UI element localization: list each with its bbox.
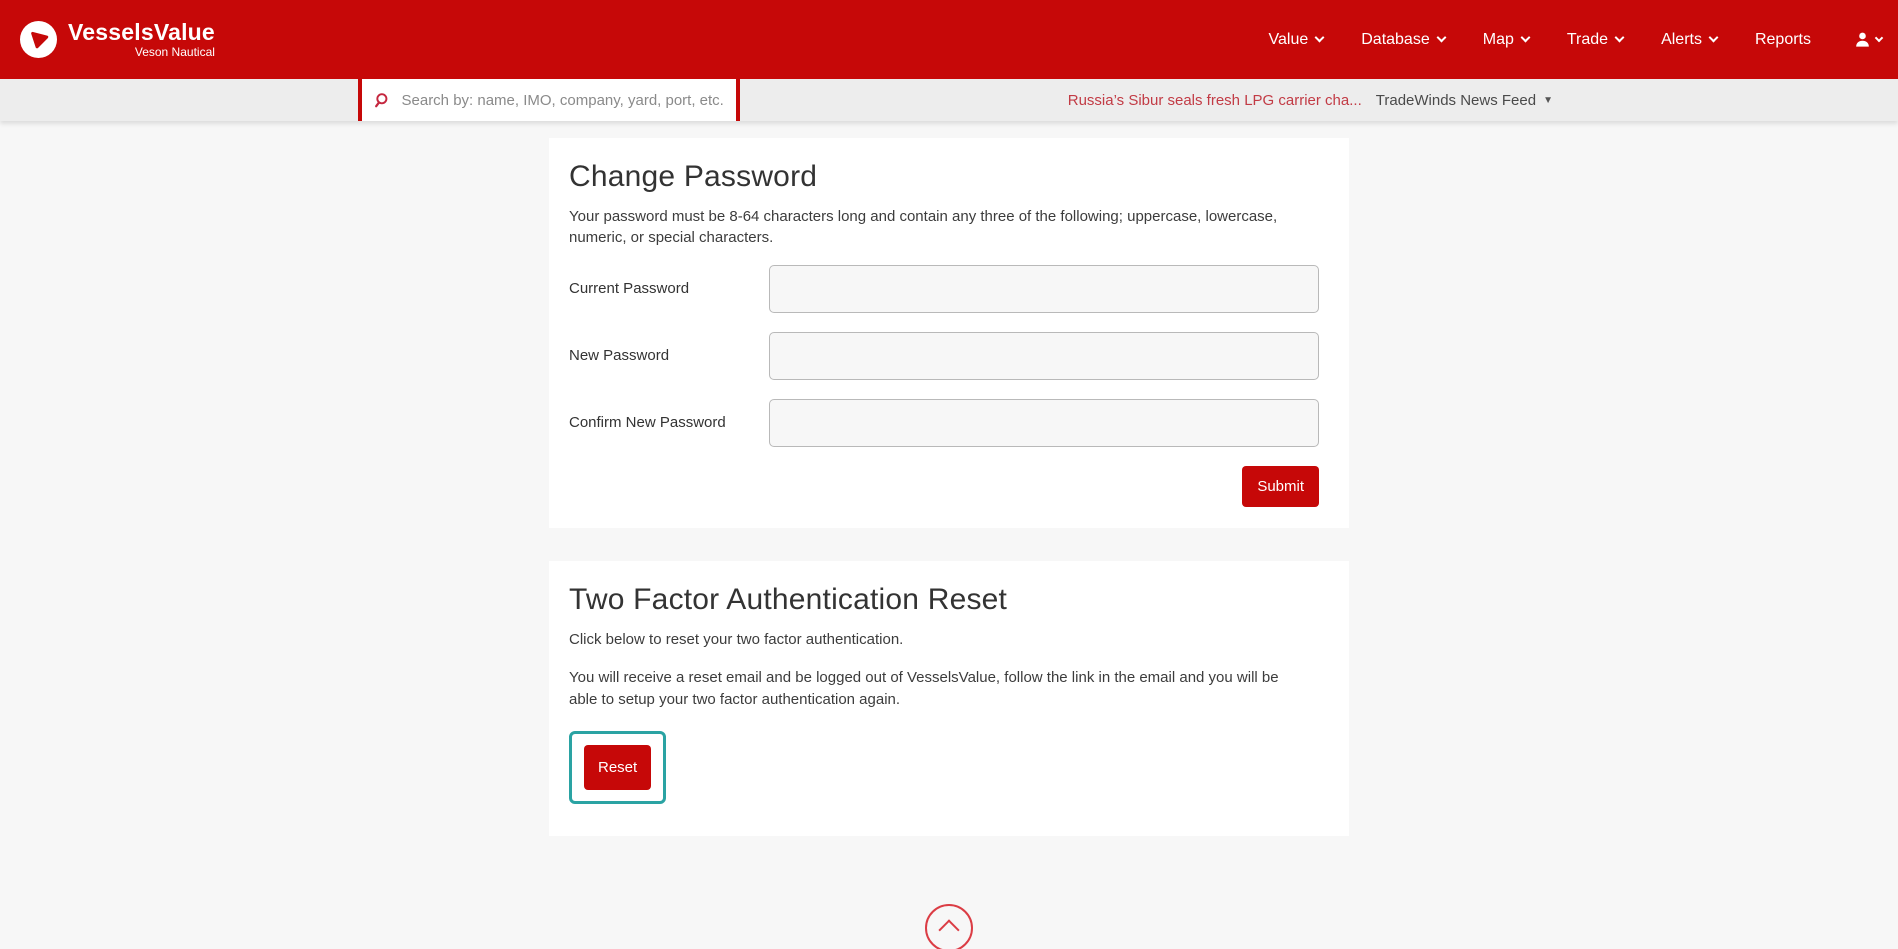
nav-item-reports[interactable]: Reports xyxy=(1755,0,1811,79)
change-password-title: Change Password xyxy=(569,160,1319,194)
current-password-label: Current Password xyxy=(569,280,769,297)
chevron-down-icon xyxy=(1436,33,1446,43)
news-headline-link[interactable]: Russia’s Sibur seals fresh LPG carrier c… xyxy=(1068,92,1362,109)
chevron-down-icon xyxy=(1315,33,1325,43)
nav-item-trade[interactable]: Trade xyxy=(1567,0,1623,79)
news-feed-label: TradeWinds News Feed xyxy=(1376,92,1536,109)
search-icon xyxy=(374,91,392,110)
nav-label: Trade xyxy=(1567,0,1608,79)
nav-label: Map xyxy=(1483,0,1514,79)
reset-button[interactable]: Reset xyxy=(584,745,651,790)
dropdown-triangle-icon: ▼ xyxy=(1543,95,1553,106)
submit-button[interactable]: Submit xyxy=(1242,466,1319,507)
chevron-down-icon xyxy=(1615,33,1625,43)
nav-item-database[interactable]: Database xyxy=(1361,0,1445,79)
nav-item-alerts[interactable]: Alerts xyxy=(1661,0,1717,79)
new-password-input[interactable] xyxy=(769,332,1319,380)
play-triangle-icon xyxy=(28,28,52,52)
two-factor-reset-card: Two Factor Authentication Reset Click be… xyxy=(549,561,1349,836)
nav-item-map[interactable]: Map xyxy=(1483,0,1529,79)
nav-label: Reports xyxy=(1755,0,1811,79)
chevron-down-icon xyxy=(1520,33,1530,43)
nav-label: Database xyxy=(1361,0,1430,79)
logo-circle-icon xyxy=(20,21,57,58)
new-password-row: New Password xyxy=(569,332,1319,380)
user-account-menu[interactable] xyxy=(1853,0,1882,79)
top-header: VesselsValue Veson Nautical Value Databa… xyxy=(0,0,1898,79)
nav-label: Value xyxy=(1269,0,1309,79)
chevron-down-icon xyxy=(1709,33,1719,43)
search-input[interactable] xyxy=(402,92,725,109)
current-password-row: Current Password xyxy=(569,265,1319,313)
password-requirements-text: Your password must be 8-64 characters lo… xyxy=(569,206,1319,249)
new-password-label: New Password xyxy=(569,347,769,364)
scroll-to-top-button[interactable] xyxy=(925,904,973,949)
brand-tagline: Veson Nautical xyxy=(135,46,215,59)
two-factor-title: Two Factor Authentication Reset xyxy=(569,583,1319,617)
news-feed-area: Russia’s Sibur seals fresh LPG carrier c… xyxy=(1068,79,1553,121)
confirm-password-row: Confirm New Password xyxy=(569,399,1319,447)
vesselsvalue-logo[interactable]: VesselsValue Veson Nautical xyxy=(20,20,215,59)
confirm-password-label: Confirm New Password xyxy=(569,414,769,431)
reset-button-focus-ring: Reset xyxy=(569,731,666,804)
brand-name: VesselsValue xyxy=(68,20,215,45)
two-factor-detail: You will receive a reset email and be lo… xyxy=(569,667,1309,711)
user-icon xyxy=(1853,30,1872,49)
global-search[interactable] xyxy=(358,79,740,121)
two-factor-instruction: Click below to reset your two factor aut… xyxy=(569,629,1319,651)
main-nav: Value Database Map Trade Alerts Reports xyxy=(1269,0,1883,79)
change-password-card: Change Password Your password must be 8-… xyxy=(549,138,1349,528)
confirm-password-input[interactable] xyxy=(769,399,1319,447)
chevron-down-icon xyxy=(1875,33,1883,41)
nav-label: Alerts xyxy=(1661,0,1702,79)
news-feed-dropdown[interactable]: TradeWinds News Feed ▼ xyxy=(1376,92,1553,109)
nav-item-value[interactable]: Value xyxy=(1269,0,1324,79)
search-news-bar: Russia’s Sibur seals fresh LPG carrier c… xyxy=(0,79,1898,121)
settings-content: Change Password Your password must be 8-… xyxy=(549,138,1349,949)
chevron-up-icon xyxy=(938,919,959,940)
current-password-input[interactable] xyxy=(769,265,1319,313)
